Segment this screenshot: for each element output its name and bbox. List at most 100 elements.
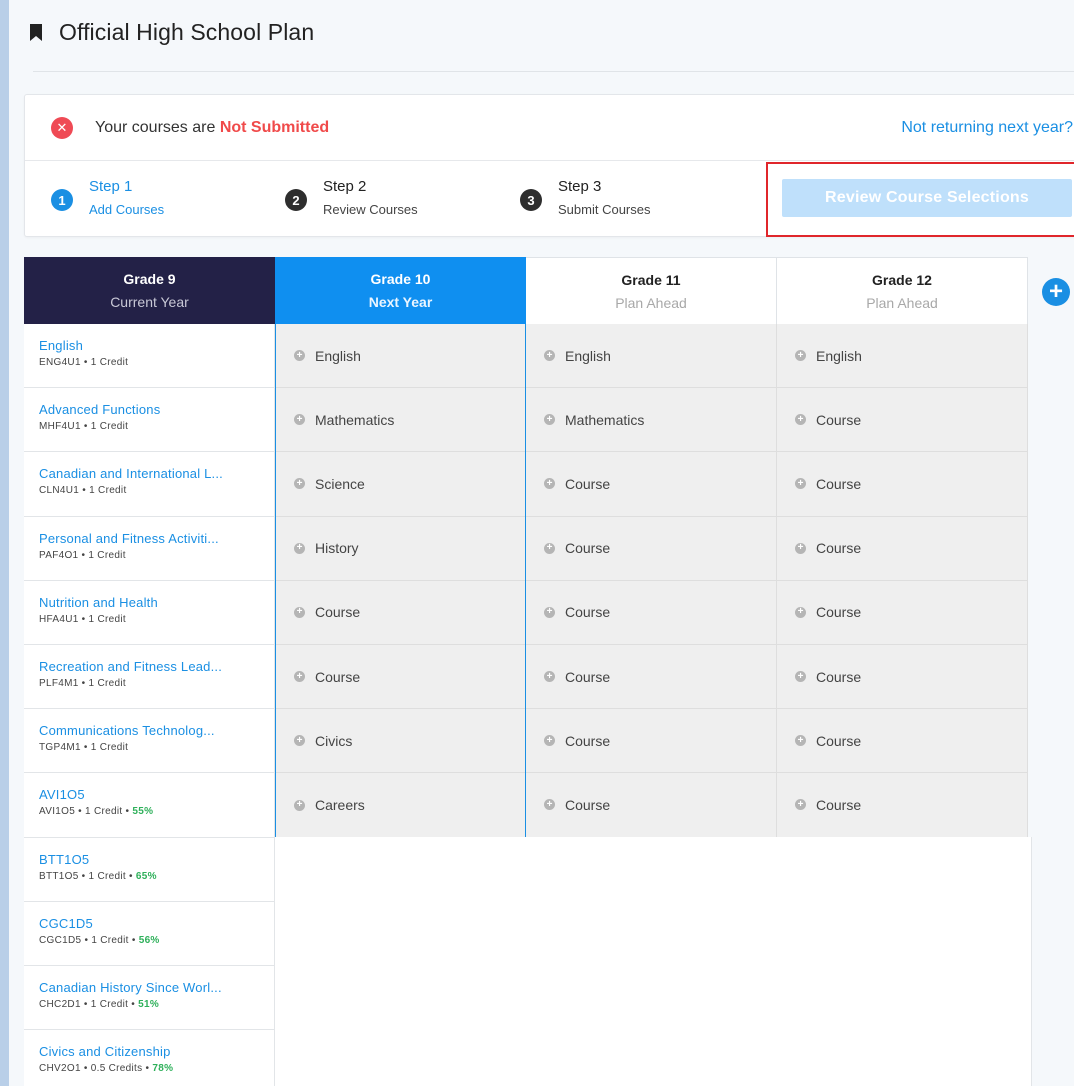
course-code-credit: MHF4U1 • 1 Credit [39, 421, 129, 433]
course-slot[interactable]: + Course [526, 709, 777, 774]
course-slot[interactable]: + Civics [276, 709, 525, 774]
course-slot[interactable]: + Course [526, 452, 777, 517]
course-item[interactable]: CGC1D5 CGC1D5 • 1 Credit • 56% [24, 901, 275, 966]
step-1[interactable]: 1 Step 1 Add Courses [51, 177, 164, 220]
status-label: Your courses are [95, 119, 220, 136]
course-slot[interactable]: + Course [526, 580, 777, 645]
add-circle-icon: + [795, 478, 806, 490]
add-circle-icon: + [294, 414, 305, 426]
plus-circle-icon[interactable]: + [1042, 278, 1070, 306]
course-item[interactable]: Canadian and International L... CLN4U1 •… [24, 452, 275, 517]
add-circle-icon: + [294, 735, 305, 747]
course-slot[interactable]: + English [526, 324, 777, 389]
course-slot[interactable]: + Course [777, 452, 1028, 517]
course-grade: 78% [152, 1063, 174, 1075]
slot-label: English [315, 347, 361, 364]
course-code-credit: TGP4M1 • 1 Credit [39, 742, 129, 754]
course-item[interactable]: Advanced Functions MHF4U1 • 1 Credit [24, 388, 275, 453]
slot-label: Mathematics [315, 411, 395, 428]
course-grade: 65% [135, 870, 157, 882]
course-item[interactable]: Recreation and Fitness Lead... PLF4M1 • … [24, 644, 275, 710]
course-item[interactable]: Civics and Citizenship CHV2O1 • 0.5 Cred… [24, 1030, 275, 1086]
course-meta: TGP4M1 • 1 Credit [39, 742, 274, 753]
review-button-highlight: Review Course Selections [766, 162, 1074, 237]
header-divider [33, 71, 1074, 72]
step-2-subtitle: Review Courses [323, 202, 418, 217]
course-slot[interactable]: + Course [526, 773, 777, 838]
not-submitted-icon: ✕ [51, 117, 73, 139]
course-slot[interactable]: + Course [526, 644, 777, 710]
grade-10-sub: Next Year [368, 294, 433, 310]
add-circle-icon: + [544, 350, 555, 362]
course-meta: PLF4M1 • 1 Credit [39, 678, 274, 689]
slot-label: Course [816, 411, 862, 428]
course-grade: 55% [132, 806, 154, 818]
course-name: CGC1D5 [39, 915, 93, 931]
course-slot[interactable]: + Course [276, 580, 525, 645]
slot-label: Course [565, 668, 611, 685]
course-slot[interactable]: + Mathematics [526, 388, 777, 453]
status-message: Your courses are Not Submitted [95, 119, 329, 137]
course-slot[interactable]: + Careers [276, 773, 525, 838]
step-2[interactable]: 2 Step 2 Review Courses [285, 177, 418, 220]
step-1-subtitle: Add Courses [89, 202, 165, 217]
add-circle-icon: + [795, 542, 806, 554]
course-slot[interactable]: + Science [276, 452, 525, 517]
review-course-selections-button[interactable]: Review Course Selections [782, 179, 1072, 217]
course-slot[interactable]: + Course [777, 773, 1028, 838]
course-item[interactable]: English ENG4U1 • 1 Credit [24, 324, 275, 389]
course-slot[interactable]: + Course [526, 516, 777, 581]
course-item[interactable]: Nutrition and Health HFA4U1 • 1 Credit [24, 580, 275, 645]
slot-label: English [565, 347, 611, 364]
course-item[interactable]: Communications Technolog... TGP4M1 • 1 C… [24, 709, 275, 774]
course-slot[interactable]: + Course [777, 709, 1028, 774]
course-code-credit: CHC2D1 • 1 Credit • [39, 998, 139, 1010]
course-name: AVI1O5 [39, 787, 85, 803]
course-slot[interactable]: + Course [777, 388, 1028, 453]
grade-9-course-list: English ENG4U1 • 1 Credit Advanced Funct… [24, 324, 275, 1086]
course-code-credit: AVI1O5 • 1 Credit • [39, 806, 133, 818]
course-slot[interactable]: + Course [777, 580, 1028, 645]
course-slot[interactable]: + English [276, 324, 525, 389]
course-slot[interactable]: + Mathematics [276, 388, 525, 453]
slot-label: Course [565, 540, 611, 557]
course-code-credit: ENG4U1 • 1 Credit [39, 357, 129, 368]
slot-label: Course [816, 604, 862, 621]
grade-12-header: Grade 12 Plan Ahead [777, 257, 1028, 324]
course-code-credit: CLN4U1 • 1 Credit [39, 485, 127, 497]
course-item[interactable]: Personal and Fitness Activiti... PAF4O1 … [24, 516, 275, 581]
slot-label: Course [816, 475, 862, 492]
slot-label: Course [816, 732, 862, 749]
course-slot[interactable]: + Course [777, 516, 1028, 581]
slot-label: English [816, 347, 862, 364]
status-value: Not Submitted [219, 119, 330, 136]
bookmark-icon [30, 23, 42, 41]
slot-label: Course [816, 540, 862, 557]
course-item[interactable]: BTT1O5 BTT1O5 • 1 Credit • 65% [24, 837, 275, 902]
step-3-subtitle: Submit Courses [558, 202, 651, 217]
add-circle-icon: + [294, 478, 305, 490]
course-slot[interactable]: + Course [777, 644, 1028, 710]
add-circle-icon: + [795, 799, 806, 811]
course-slot[interactable]: + Course [276, 644, 525, 710]
grade-11-name: Grade 11 [621, 271, 681, 288]
add-circle-icon: + [544, 735, 555, 747]
slot-label: Mathematics [565, 411, 645, 428]
page-title: Official High School Plan [59, 18, 315, 45]
slot-label: Civics [315, 732, 353, 749]
slot-label: Science [315, 475, 365, 492]
slot-label: Course [565, 475, 611, 492]
course-slot[interactable]: + English [777, 324, 1028, 389]
course-meta: ENG4U1 • 1 Credit [39, 357, 274, 368]
course-code-credit: PLF4M1 • 1 Credit [39, 677, 126, 689]
step-3-title: Step 3 [558, 178, 602, 195]
submission-status-card: ✕ Your courses are Not Submitted Not ret… [24, 94, 1074, 237]
course-item[interactable]: AVI1O5 AVI1O5 • 1 Credit • 55% [24, 773, 275, 838]
step-2-title: Step 2 [323, 178, 367, 195]
course-item[interactable]: Canadian History Since Worl... CHC2D1 • … [24, 965, 275, 1031]
course-slot[interactable]: + History [276, 516, 525, 581]
step-3[interactable]: 3 Step 3 Submit Courses [520, 177, 650, 220]
course-meta: CHC2D1 • 1 Credit • 51% [39, 999, 274, 1010]
grid-empty-area [275, 837, 1032, 1086]
not-returning-link[interactable]: Not returning next year? [901, 119, 1073, 137]
